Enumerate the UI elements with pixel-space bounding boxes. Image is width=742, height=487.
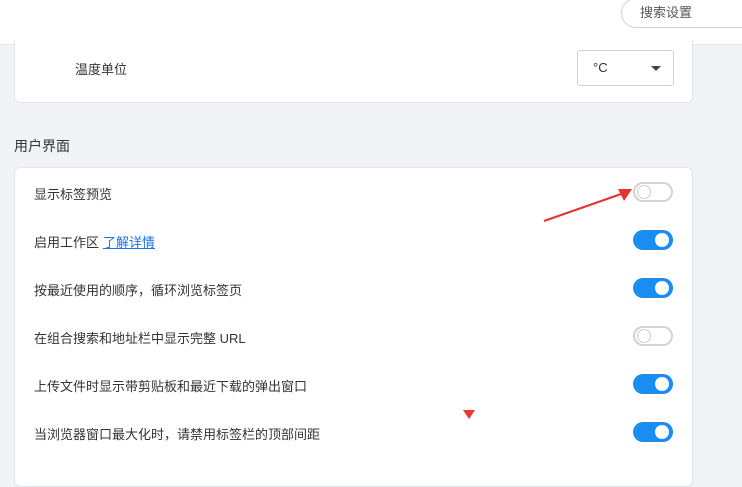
temperature-card: 温度单位 °C [14, 40, 693, 103]
setting-label: 在组合搜索和地址栏中显示完整 URL [34, 331, 246, 346]
temperature-unit-label: 温度单位 [75, 62, 128, 77]
setting-label: 上传文件时显示带剪贴板和最近下载的弹出窗口 [34, 379, 308, 394]
setting-label-text: 启用工作区 [34, 235, 100, 250]
toggle-upload-popup[interactable] [633, 374, 673, 394]
setting-label: 显示标签预览 [34, 187, 113, 202]
setting-row-full-url: 在组合搜索和地址栏中显示完整 URL [15, 312, 692, 360]
temperature-unit-select[interactable]: °C [577, 50, 674, 86]
learn-more-link[interactable]: 了解详情 [103, 235, 155, 250]
temperature-unit-value: °C [593, 60, 608, 75]
toggle-workspaces[interactable] [633, 230, 673, 250]
search-input[interactable]: 搜索设置 [621, 0, 742, 28]
red-triangle-icon [463, 410, 475, 419]
section-title-ui: 用户界面 [14, 138, 70, 154]
toggle-tab-cycle[interactable] [633, 278, 673, 298]
toggle-knob [655, 377, 669, 391]
toggle-tabbar-spacing[interactable] [633, 422, 673, 442]
setting-row-tabbar-spacing: 当浏览器窗口最大化时，请禁用标签栏的顶部间距 [15, 408, 692, 456]
caret-down-icon [651, 66, 661, 71]
setting-label: 按最近使用的顺序，循环浏览标签页 [34, 283, 243, 298]
red-arrow-icon [543, 189, 632, 222]
toggle-knob [655, 425, 669, 439]
setting-label: 当浏览器窗口最大化时，请禁用标签栏的顶部间距 [34, 427, 321, 442]
toggle-knob [637, 329, 651, 343]
toggle-full-url[interactable] [633, 326, 673, 346]
setting-row-upload-popup: 上传文件时显示带剪贴板和最近下载的弹出窗口 [15, 360, 692, 408]
toggle-knob [655, 281, 669, 295]
setting-label: 启用工作区 了解详情 [34, 232, 155, 251]
setting-row-tab-cycle: 按最近使用的顺序，循环浏览标签页 [15, 264, 692, 312]
top-bar: 搜索设置 [0, 0, 742, 45]
toggle-knob [655, 233, 669, 247]
